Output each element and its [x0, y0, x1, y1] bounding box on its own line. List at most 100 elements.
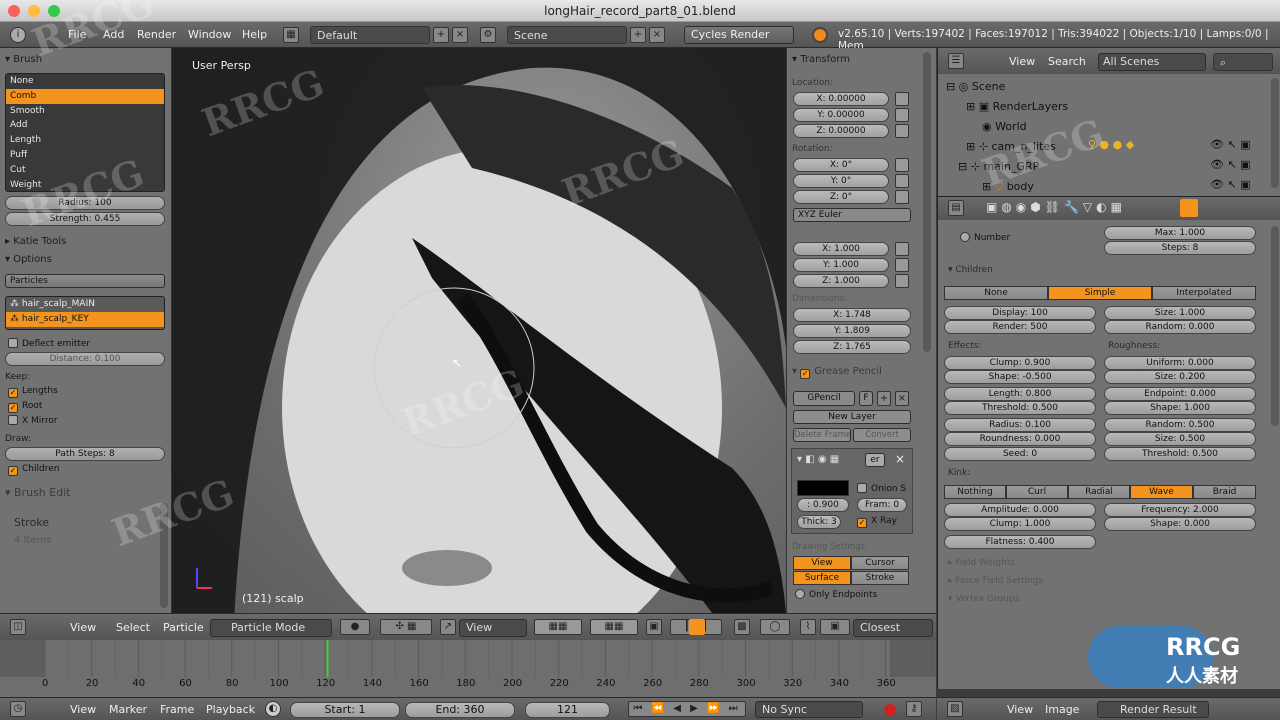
scale-z[interactable]: Z: 1.000	[793, 274, 889, 288]
options-header[interactable]: ▾ Options	[5, 254, 52, 265]
add-scene-icon[interactable]: +	[630, 27, 646, 43]
remove-gpencil-icon[interactable]: ×	[895, 391, 909, 406]
brush-item-length[interactable]: Length	[6, 133, 164, 148]
scale-y[interactable]: Y: 1.000	[793, 258, 889, 272]
location-z[interactable]: Z: 0.00000	[793, 124, 889, 138]
seed-field[interactable]: Seed: 0	[944, 447, 1096, 461]
snap-target-select[interactable]: Closest	[853, 619, 933, 637]
lock-icon[interactable]	[895, 158, 909, 172]
draw-cursor-button[interactable]: Cursor	[851, 556, 909, 570]
timeline-menu-frame[interactable]: Frame	[160, 703, 194, 716]
brush-item-add[interactable]: Add	[6, 118, 164, 133]
timeline-menu-view[interactable]: View	[70, 703, 96, 716]
viewport-menu-view[interactable]: View	[70, 621, 96, 634]
image-editor-icon[interactable]: ▨	[947, 701, 963, 717]
layer-name-field[interactable]: er	[865, 453, 885, 467]
add-layout-icon[interactable]: +	[433, 27, 449, 43]
child-type-none[interactable]: None	[944, 286, 1048, 300]
children-checkbox[interactable]: ✓ Children	[8, 464, 59, 476]
rotation-mode-select[interactable]: XYZ Euler	[793, 208, 911, 222]
endpoint-shape-field[interactable]: Shape: 1.000	[1104, 401, 1256, 415]
image-menu-image[interactable]: Image	[1045, 703, 1079, 716]
lock-icon[interactable]	[895, 92, 909, 106]
scale-x[interactable]: X: 1.000	[793, 242, 889, 256]
convert-button[interactable]: Convert	[853, 428, 911, 442]
timeline-menu-playback[interactable]: Playback	[206, 703, 255, 716]
menu-window[interactable]: Window	[188, 28, 231, 41]
child-type-interpolated[interactable]: Interpolated	[1152, 286, 1256, 300]
visibility-toggles[interactable]: 👁 ↖ ▣	[1210, 158, 1251, 171]
field-weights-header[interactable]: ▸ Field Weights	[948, 558, 1015, 568]
visibility-toggles[interactable]: 👁 ↖ ▣	[1210, 178, 1251, 191]
local-layer-icon[interactable]: ▣	[646, 619, 662, 635]
path-steps-field[interactable]: Path Steps: 8	[5, 447, 165, 461]
draw-surface-button[interactable]: Surface	[793, 571, 851, 585]
uniform-size-field[interactable]: Size: 0.200	[1104, 370, 1256, 384]
viewport-menu-select[interactable]: Select	[116, 621, 150, 634]
distance-field[interactable]: Distance: 0.100	[5, 352, 165, 366]
force-field-header[interactable]: ▸ Force Field Settings	[948, 576, 1043, 586]
only-endpoints-checkbox[interactable]: Only Endpoints	[795, 589, 877, 600]
lock-icon[interactable]	[895, 174, 909, 188]
transform-header[interactable]: ▾ Transform	[792, 54, 850, 65]
delete-frame-button[interactable]: Delete Frame	[793, 428, 851, 442]
size-field[interactable]: Size: 1.000	[1104, 306, 1256, 320]
info-editor-icon[interactable]: i	[10, 27, 26, 43]
draw-view-button[interactable]: View	[793, 556, 851, 570]
menu-render[interactable]: Render	[137, 28, 176, 41]
viewport-shading-icon[interactable]: ●	[340, 619, 370, 635]
3d-viewport[interactable]: User Persp (121) scalp ↖	[172, 48, 786, 613]
manipulator-icon[interactable]: ↗	[440, 619, 456, 635]
uniform-field[interactable]: Uniform: 0.000	[1104, 356, 1256, 370]
brush-item-smooth[interactable]: Smooth	[6, 104, 164, 119]
opacity-field[interactable]: : 0.900	[797, 498, 849, 512]
child-type-simple[interactable]: Simple	[1048, 286, 1152, 300]
properties-scrollbar[interactable]	[1271, 226, 1279, 426]
timeline[interactable]: 0 20 40 60 80 100 120 140 160 180 200 220 240 260 280 3…	[0, 640, 936, 697]
dimension-y[interactable]: Y: 1.809	[793, 324, 911, 338]
3d-view-editor-icon[interactable]: ◫	[10, 619, 26, 635]
kink-curl[interactable]: Curl	[1006, 485, 1068, 499]
katie-tools-header[interactable]: ▸ Katie Tools	[5, 236, 66, 247]
remove-layer-icon[interactable]: ×	[895, 452, 905, 466]
timeline-editor-icon[interactable]: ◷	[10, 701, 26, 717]
hide-unselected-icon[interactable]: ▩	[734, 619, 750, 635]
outliner-search-field[interactable]: ⌕	[1213, 53, 1273, 71]
outliner-display-mode-select[interactable]: All Scenes	[1098, 53, 1206, 71]
rotation-x[interactable]: X: 0°	[793, 158, 889, 172]
layer-buttons[interactable]: ▦▦	[590, 619, 638, 635]
viewport-menu-particle[interactable]: Particle	[163, 621, 204, 634]
children-panel-header[interactable]: ▾ Children	[948, 265, 993, 275]
add-gpencil-icon[interactable]: +	[877, 391, 891, 406]
preview-range-icon[interactable]: ◐	[265, 701, 281, 717]
visibility-toggles[interactable]: 👁 ↖ ▣	[1210, 138, 1251, 151]
shape-field[interactable]: Shape: -0.500	[944, 370, 1096, 384]
properties-editor-icon[interactable]: ▤	[948, 200, 964, 216]
lock-icon[interactable]	[895, 274, 909, 288]
playback-controls[interactable]: ⏮ ⏪ ◀ ▶ ⏩ ⏭	[628, 701, 746, 717]
xray-checkbox[interactable]: ✓ X Ray	[857, 516, 897, 528]
outliner-menu-view[interactable]: View	[1009, 55, 1035, 68]
new-layer-button[interactable]: New Layer	[793, 410, 911, 424]
image-datablock-select[interactable]: Render Result	[1097, 701, 1209, 718]
record-icon[interactable]	[884, 704, 896, 716]
brush-item-comb[interactable]: Comb	[6, 88, 164, 104]
brush-panel-header[interactable]: ▾ Brush	[5, 54, 42, 65]
location-y[interactable]: Y: 0.00000	[793, 108, 889, 122]
dimension-x[interactable]: X: 1.748	[793, 308, 911, 322]
lock-icon[interactable]	[895, 258, 909, 272]
timeline-menu-marker[interactable]: Marker	[109, 703, 147, 716]
snap-element-icon[interactable]: ▣	[820, 619, 850, 635]
kink-wave[interactable]: Wave	[1130, 485, 1193, 499]
remove-layout-icon[interactable]: ×	[452, 27, 468, 43]
scene-icon[interactable]: ⚙	[480, 27, 496, 43]
proportional-edit-icon[interactable]: ◯	[760, 619, 790, 635]
random-field[interactable]: Random: 0.000	[1104, 320, 1256, 334]
rotation-z[interactable]: Z: 0°	[793, 190, 889, 204]
random-rough-field[interactable]: Random: 0.500	[1104, 418, 1256, 432]
x-mirror-checkbox[interactable]: X Mirror	[8, 415, 58, 426]
flatness-field[interactable]: Flatness: 0.400	[944, 535, 1096, 549]
image-menu-view[interactable]: View	[1007, 703, 1033, 716]
remove-scene-icon[interactable]: ×	[649, 27, 665, 43]
brush-item-puff[interactable]: Puff	[6, 148, 164, 163]
